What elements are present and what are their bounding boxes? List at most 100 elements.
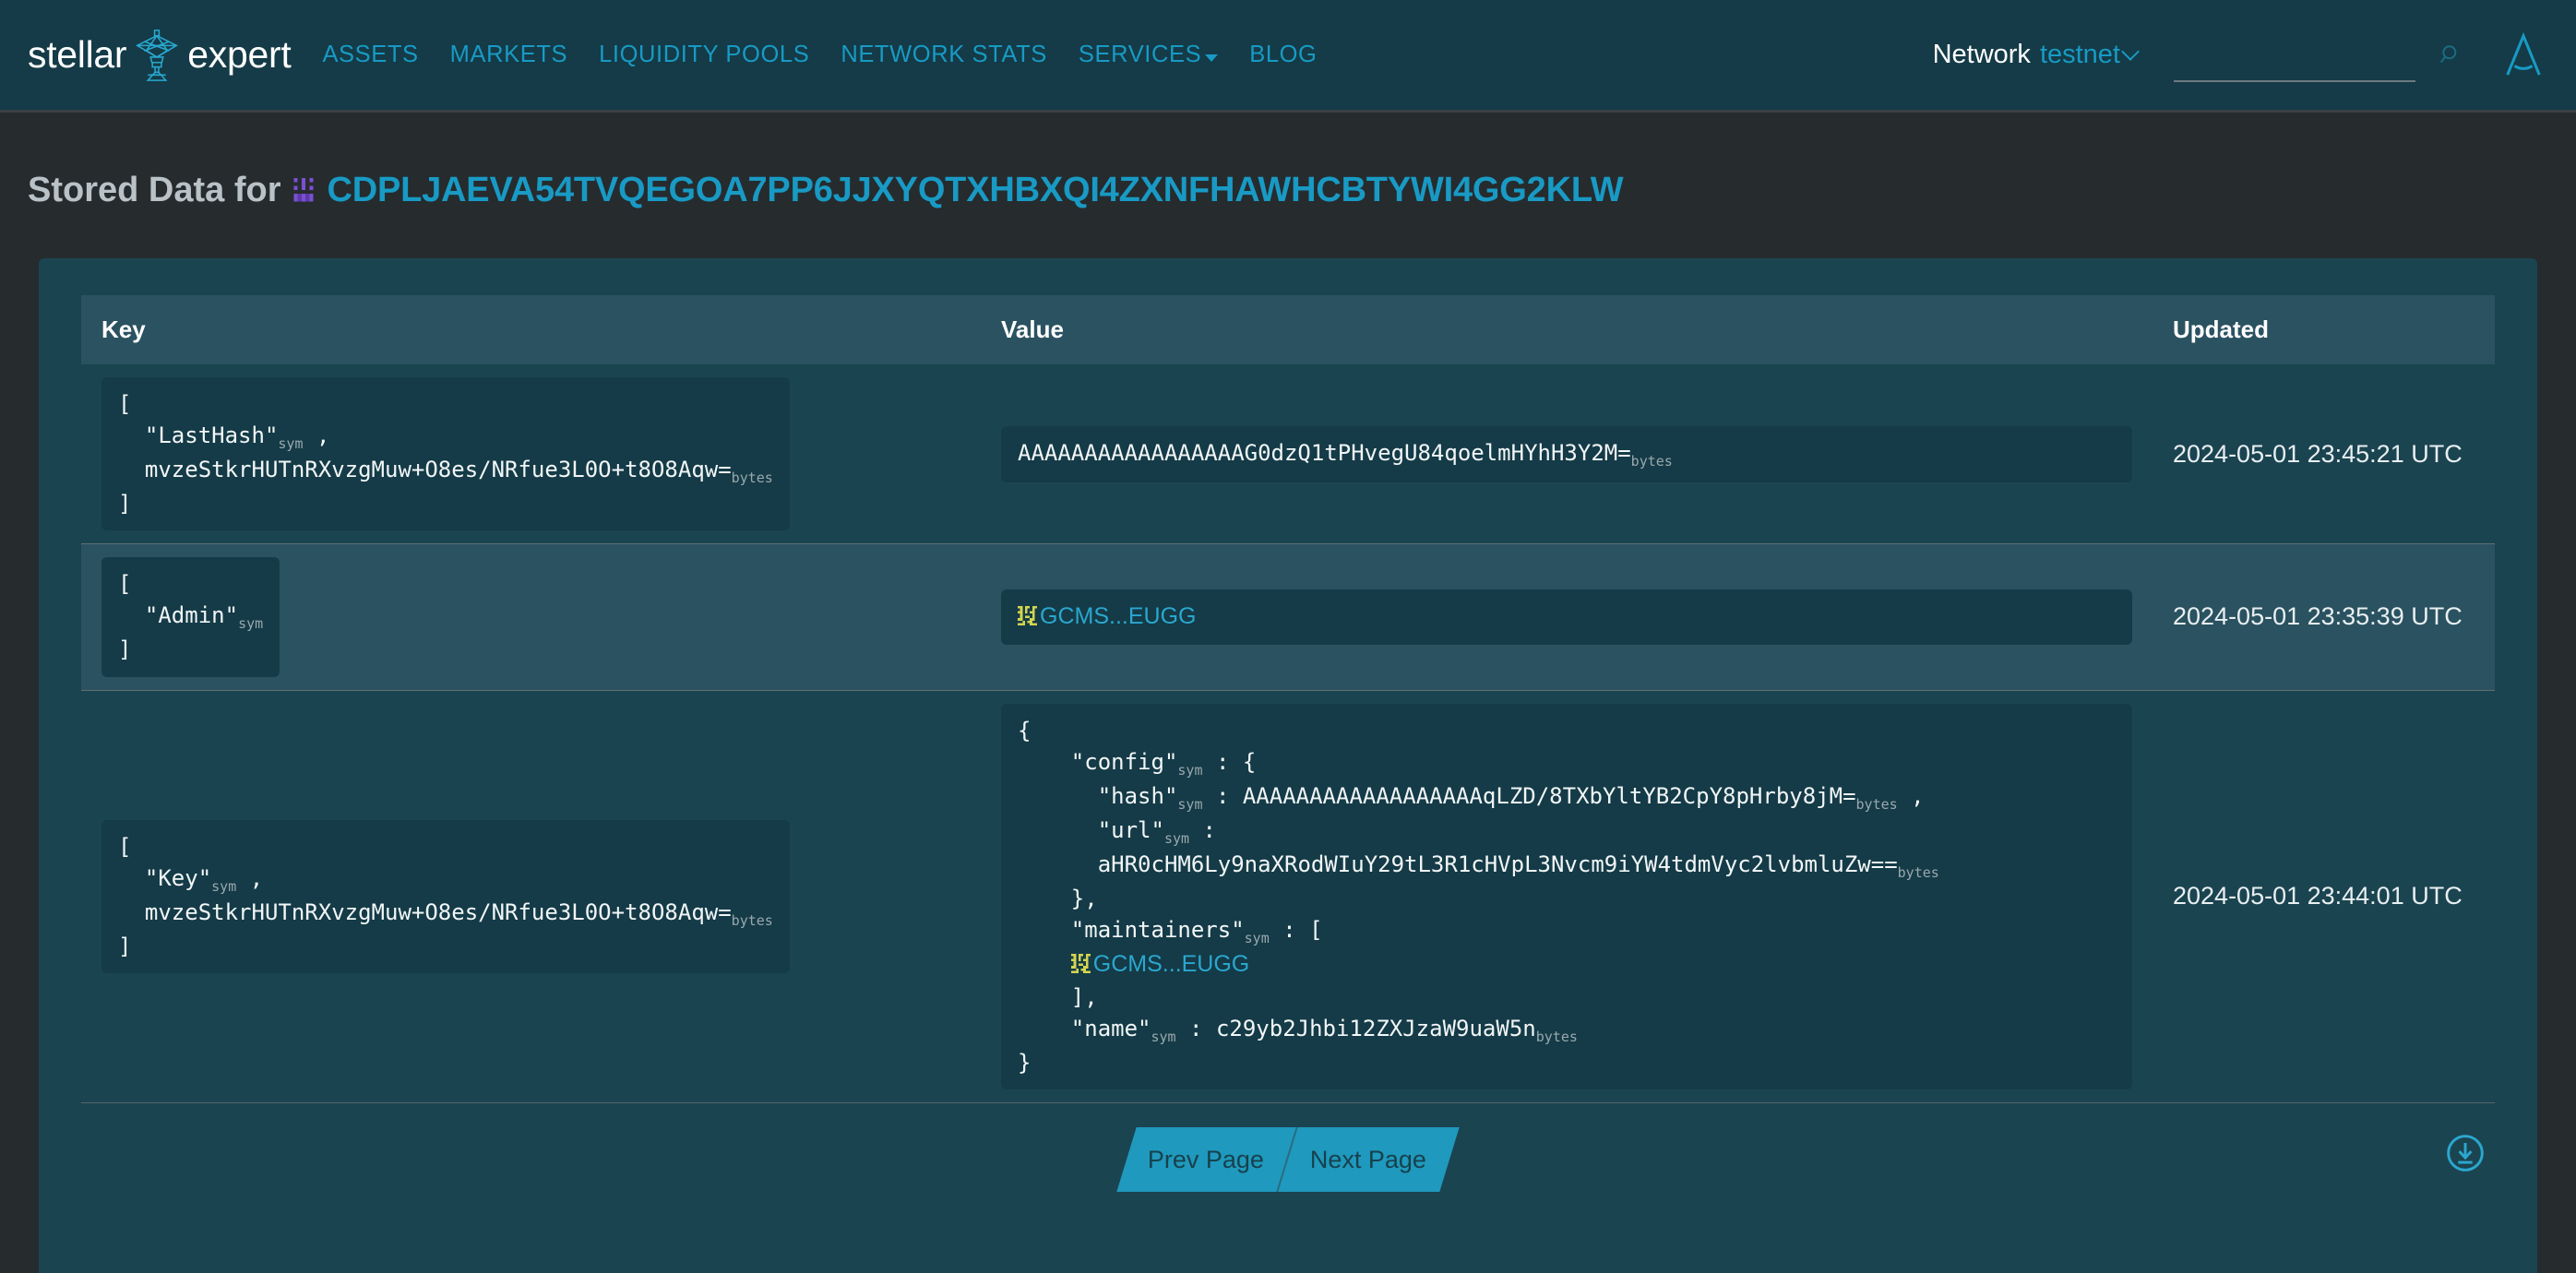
- page-title: Stored Data for CDPLJAEVA54TVQEGOA7PP6JJ…: [0, 136, 2576, 234]
- updated-timestamp: 2024-05-01 23:35:39 UTC: [2173, 602, 2463, 631]
- json-line: },: [1018, 886, 1098, 911]
- cell-key: [ "LastHash"sym , mvzeStkrHUTnRXvzgMuw+O…: [81, 364, 981, 544]
- account-link-label: GCMS...EUGG: [1092, 951, 1250, 978]
- type-badge-sym: sym: [1177, 761, 1203, 779]
- key-line: "Admin"sym: [118, 602, 263, 632]
- json-name-value: : c29yb2Jhbi12ZXJzaW9uaW5n: [1175, 1015, 1536, 1041]
- nav-label: LIQUIDITY POOLS: [599, 42, 810, 67]
- key-line: mvzeStkrHUTnRXvzgMuw+O8es/NRfue3L0O+t8O8…: [118, 457, 773, 486]
- value-code-block: AAAAAAAAAAAAAAAAAG0dzQ1tPHvegU84qoelmHYh…: [1001, 425, 2132, 482]
- nav-item-assets[interactable]: ASSETS: [322, 42, 418, 68]
- json-close-bracket: ],: [1044, 983, 1098, 1010]
- nav-label: ASSETS: [322, 42, 419, 67]
- key-sym-name: "Admin": [144, 602, 239, 629]
- json-line: "hash"sym : AAAAAAAAAAAAAAAAAAqLZD/8TXbY…: [1018, 782, 1925, 813]
- value-code-block: GCMS...EUGG: [1001, 589, 2132, 645]
- json-line: aHR0cHM6Ly9naXRodWIuY29tL3R1cHVpL3Nvcm9i…: [1018, 851, 1939, 881]
- nav-item-markets[interactable]: MARKETS: [450, 42, 567, 68]
- key-code-block: [ "Key"sym , mvzeStkrHUTnRXvzgMuw+O8es/N…: [101, 819, 790, 973]
- table-row: [ "Admin"sym ] GCMS...EUGG 2024-05-01 23…: [81, 543, 2495, 690]
- key-line-suffix: ,: [236, 864, 264, 891]
- cell-value: AAAAAAAAAAAAAAAAAG0dzQ1tPHvegU84qoelmHYh…: [981, 364, 2153, 544]
- json-key-maintainers: "maintainers": [1044, 917, 1245, 944]
- key-code-block: [ "Admin"sym ]: [101, 557, 280, 677]
- account-link-label: GCMS...EUGG: [1040, 603, 1197, 630]
- json-key-hash: "hash": [1044, 782, 1178, 809]
- key-line: [: [118, 390, 132, 417]
- cell-value: { "config"sym : { "hash"sym : AAAAAAAAAA…: [981, 690, 2153, 1103]
- type-badge-bytes: bytes: [1855, 795, 1898, 813]
- type-badge-sym: sym: [278, 434, 304, 452]
- json-suffix: : [: [1269, 917, 1323, 944]
- json-line: "config"sym : {: [1018, 749, 1257, 779]
- brand-text-expert: expert: [187, 33, 292, 76]
- prev-page-button[interactable]: Prev Page: [1116, 1126, 1298, 1192]
- brand-logo-link[interactable]: stellar expert: [28, 27, 292, 84]
- account-icon[interactable]: [2502, 31, 2545, 78]
- type-badge-bytes: bytes: [1630, 452, 1673, 470]
- type-badge-sym: sym: [1244, 929, 1270, 946]
- account-address[interactable]: CDPLJAEVA54TVQEGOA7PP6JJXYQTXHBXQI4ZXNFH…: [327, 171, 1623, 210]
- next-page-button[interactable]: Next Page: [1278, 1126, 1460, 1192]
- json-close-brace: },: [1044, 885, 1098, 911]
- json-hash-value: : AAAAAAAAAAAAAAAAAAqLZD/8TXbYltYB2CpY8p…: [1202, 782, 1856, 809]
- stored-data-table: Key Value Updated [ "LastHash"sym , mvze…: [81, 294, 2495, 1103]
- cell-updated: 2024-05-01 23:44:01 UTC: [2153, 690, 2495, 1103]
- cell-key: [ "Key"sym , mvzeStkrHUTnRXvzgMuw+O8es/N…: [81, 690, 981, 1103]
- account-link[interactable]: GCMS...EUGG: [1018, 603, 1196, 629]
- account-identicon: [1018, 602, 1037, 626]
- json-url-value: aHR0cHM6Ly9naXRodWIuY29tL3R1cHVpL3Nvcm9i…: [1044, 851, 1898, 877]
- json-line: GCMS...EUGG: [1018, 951, 1249, 977]
- chevron-down-icon: [2121, 42, 2140, 61]
- updated-timestamp: 2024-05-01 23:45:21 UTC: [2173, 439, 2463, 468]
- search-input[interactable]: [2231, 39, 2415, 65]
- nav-item-liquidity-pools[interactable]: LIQUIDITY POOLS: [599, 42, 809, 68]
- nav-right-group: Network testnet: [1933, 29, 2545, 82]
- key-bytes-value: mvzeStkrHUTnRXvzgMuw+O8es/NRfue3L0O+t8O8…: [144, 457, 732, 483]
- cell-updated: 2024-05-01 23:45:21 UTC: [2153, 364, 2495, 544]
- stellar-logo-icon: [126, 27, 187, 84]
- json-suffix: :: [1189, 816, 1216, 843]
- pagination-area: Prev Page Next Page: [81, 1126, 2495, 1210]
- cell-value: GCMS...EUGG: [981, 544, 2153, 690]
- key-line: [: [118, 571, 132, 598]
- network-value-group: testnet: [2040, 40, 2140, 70]
- type-badge-sym: sym: [238, 615, 264, 633]
- type-badge-sym: sym: [1151, 1028, 1176, 1045]
- table-header-row: Key Value Updated: [81, 294, 2495, 364]
- download-icon[interactable]: [2445, 1133, 2486, 1173]
- cell-updated: 2024-05-01 23:35:39 UTC: [2153, 544, 2495, 690]
- type-badge-bytes: bytes: [731, 911, 773, 929]
- json-line: "maintainers"sym : [: [1018, 917, 1323, 946]
- json-line: "url"sym :: [1018, 816, 1216, 847]
- json-line: }: [1018, 1049, 1032, 1076]
- chevron-down-icon: [1205, 54, 1219, 62]
- nav-label: BLOG: [1249, 42, 1318, 67]
- network-selector[interactable]: Network testnet: [1933, 40, 2140, 70]
- nav-item-services[interactable]: SERVICES: [1078, 42, 1219, 68]
- type-badge-sym: sym: [1163, 829, 1190, 847]
- key-line: ]: [118, 491, 132, 518]
- json-key-name: "name": [1044, 1015, 1151, 1041]
- json-line: "name"sym : c29yb2Jhbi12ZXJzaW9uaW5nbyte…: [1018, 1015, 1578, 1045]
- key-code-block: [ "LastHash"sym , mvzeStkrHUTnRXvzgMuw+O…: [101, 376, 790, 531]
- type-badge-sym: sym: [1177, 795, 1203, 813]
- nav-label: MARKETS: [449, 42, 568, 67]
- table-row: [ "LastHash"sym , mvzeStkrHUTnRXvzgMuw+O…: [81, 364, 2495, 544]
- nav-label: SERVICES: [1078, 42, 1202, 67]
- key-line: ]: [118, 933, 132, 959]
- type-badge-bytes: bytes: [1535, 1028, 1578, 1045]
- next-page-label: Next Page: [1310, 1145, 1427, 1173]
- search-box[interactable]: [2174, 29, 2415, 82]
- column-header-updated: Updated: [2153, 294, 2495, 364]
- search-icon[interactable]: [2439, 43, 2463, 67]
- key-line: [: [118, 833, 132, 860]
- key-line: "Key"sym ,: [118, 864, 264, 895]
- type-badge-bytes: bytes: [731, 469, 773, 486]
- nav-label: NETWORK STATS: [841, 42, 1047, 67]
- nav-item-blog[interactable]: BLOG: [1249, 42, 1317, 68]
- nav-item-network-stats[interactable]: NETWORK STATS: [841, 42, 1047, 68]
- column-header-value: Value: [981, 294, 2153, 364]
- column-header-key: Key: [81, 294, 981, 364]
- account-link[interactable]: GCMS...EUGG: [1070, 951, 1250, 978]
